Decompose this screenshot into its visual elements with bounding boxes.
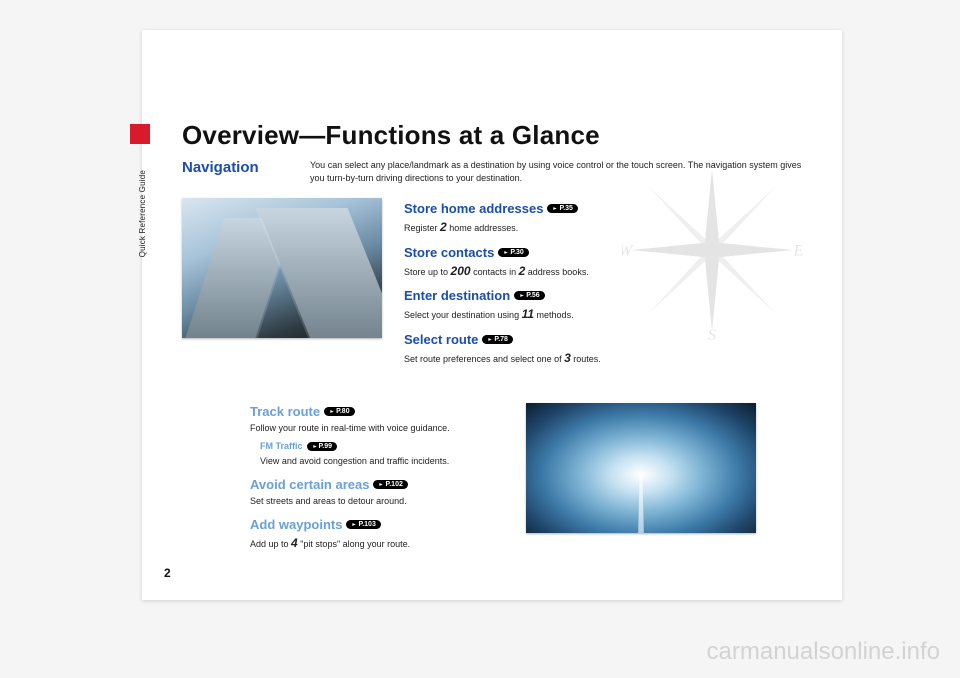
feature-list-b: Track route P.80 Follow your route in re… [182,403,502,560]
page-content: Overview—Functions at a Glance Navigatio… [182,120,812,550]
feature-list-a: Store home addresses P.35 Register 2 hom… [404,198,812,374]
navigation-intro-text: You can select any place/landmark as a d… [310,159,812,184]
manual-page: Quick Reference Guide 2 N E S W Overview… [142,30,842,600]
feature-store-home: Store home addresses P.35 Register 2 hom… [404,200,812,236]
hand-pointer-icon [501,249,509,256]
feature-title: Store home addresses P.35 [404,201,578,216]
feature-select-route: Select route P.78 Set route preferences … [404,331,812,367]
feature-desc: Select your destination using 11 methods… [404,307,812,323]
hand-pointer-icon [327,408,335,415]
hand-pointer-icon [349,521,357,528]
feature-add-waypoints: Add waypoints P.103 Add up to 4 "pit sto… [250,516,502,552]
feature-title-text: Add waypoints [250,517,342,532]
feature-title: Store contacts P.30 [404,245,529,260]
hand-pointer-icon [517,292,525,299]
feature-title-text: Select route [404,332,478,347]
navigation-intro-row: Navigation You can select any place/land… [182,159,812,184]
feature-desc: Register 2 home addresses. [404,220,812,236]
page-ref-badge: P.80 [324,407,355,416]
side-section-label: Quick Reference Guide [138,170,147,257]
feature-title-text: Store contacts [404,245,494,260]
page-title: Overview—Functions at a Glance [182,120,812,151]
feature-block-a: Store home addresses P.35 Register 2 hom… [182,198,812,374]
hand-pointer-icon [550,205,558,212]
page-ref-badge: P.56 [514,291,545,300]
feature-title: Add waypoints P.103 [250,517,381,532]
page-number: 2 [164,566,171,580]
feature-desc: Store up to 200 contacts in 2 address bo… [404,264,812,280]
feature-desc: Set streets and areas to detour around. [250,496,502,508]
feature-fm-traffic: FM Traffic P.99 View and avoid congestio… [260,436,502,468]
watermark-text: carmanualsonline.info [707,638,940,666]
feature-title: Enter destination P.56 [404,288,545,303]
section-tab [130,124,150,144]
hand-pointer-icon [485,336,493,343]
feature-title: Select route P.78 [404,332,513,347]
page-ref-badge: P.30 [498,248,529,257]
feature-desc: Follow your route in real-time with voic… [250,423,502,435]
highway-road-image [526,403,756,533]
page-ref-badge: P.103 [346,520,380,529]
feature-track-route: Track route P.80 Follow your route in re… [250,403,502,468]
feature-desc: Add up to 4 "pit stops" along your route… [250,536,502,552]
page-ref-badge: P.102 [373,480,407,489]
hand-pointer-icon [376,481,384,488]
page-ref-badge: P.35 [547,204,578,213]
page-ref-badge: P.99 [307,442,338,451]
feature-title: Avoid certain areas P.102 [250,477,408,492]
feature-title-text: Enter destination [404,288,510,303]
feature-store-contacts: Store contacts P.30 Store up to 200 cont… [404,244,812,280]
navigation-heading: Navigation [182,159,292,184]
feature-title-text: Avoid certain areas [250,477,369,492]
feature-title-text: Store home addresses [404,201,543,216]
feature-avoid-areas: Avoid certain areas P.102 Set streets an… [250,476,502,508]
feature-block-b: Track route P.80 Follow your route in re… [182,403,812,560]
feature-title: Track route P.80 [250,404,355,419]
page-ref-badge: P.78 [482,335,513,344]
feature-title-text: Track route [250,404,320,419]
feature-enter-destination: Enter destination P.56 Select your desti… [404,287,812,323]
sub-feature-desc: View and avoid congestion and traffic in… [260,456,502,468]
feature-desc: Set route preferences and select one of … [404,351,812,367]
sub-feature-title: FM Traffic P.99 [260,441,337,451]
city-skyscrapers-image [182,198,382,338]
hand-pointer-icon [310,443,318,450]
